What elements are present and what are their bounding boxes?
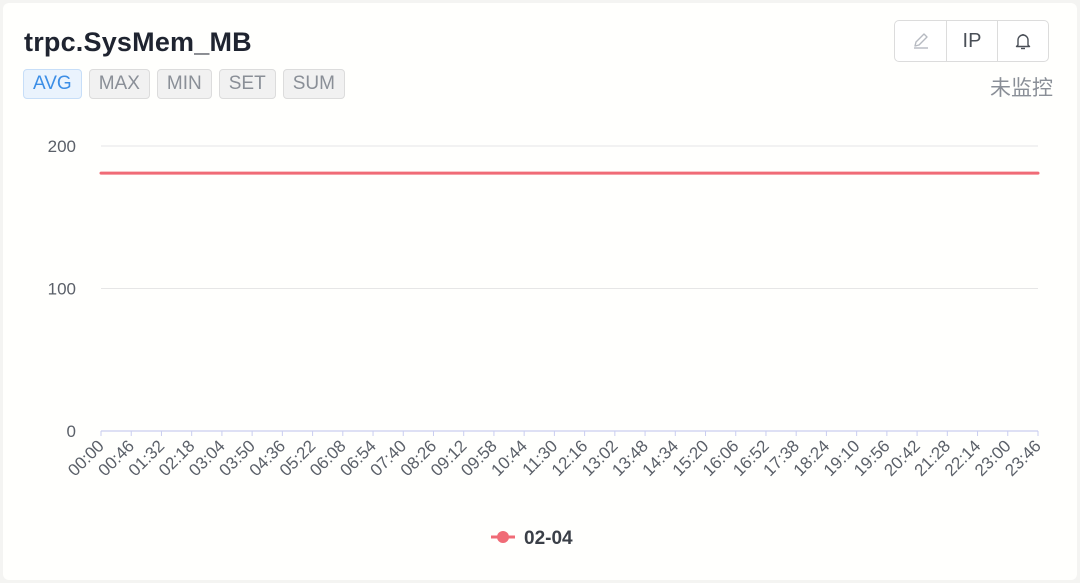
y-tick-label: 0 bbox=[67, 422, 76, 441]
x-tick-label: 23:46 bbox=[1001, 436, 1045, 480]
legend-label: 02-04 bbox=[524, 528, 573, 549]
y-tick-label: 200 bbox=[48, 137, 76, 156]
y-tick-label: 100 bbox=[48, 280, 76, 299]
line-chart: 010020000:0000:4601:3202:1803:0403:5004:… bbox=[48, 137, 1045, 549]
legend-marker bbox=[497, 531, 509, 543]
x-tick-label: 10:44 bbox=[487, 436, 531, 480]
